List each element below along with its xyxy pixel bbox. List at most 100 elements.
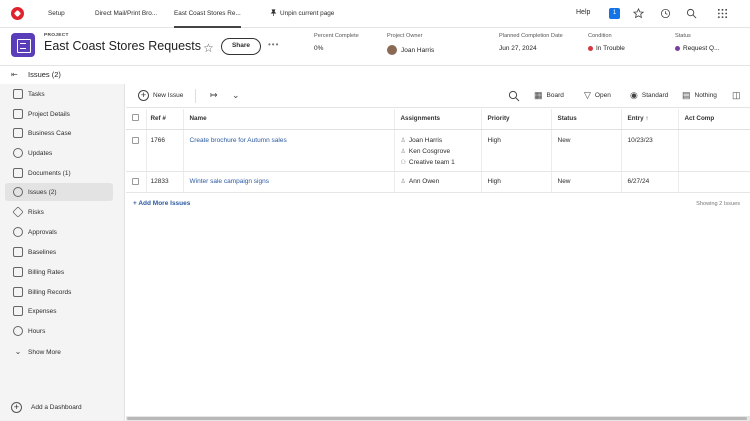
priority-cell: High: [481, 129, 552, 172]
plus-icon: +: [11, 402, 22, 413]
column-header-priority[interactable]: Priority: [481, 109, 552, 130]
column-panel-button[interactable]: ◫: [732, 90, 745, 101]
unpin-button[interactable]: Unpin current page: [270, 0, 334, 28]
assignments-cell[interactable]: ♙ Joan Harris ♙ Ken Cosgrove ⚇ Creative tea…: [394, 129, 482, 172]
section-bar: ⇤ Issues (2): [0, 66, 750, 84]
sidebar-item-baselines[interactable]: Baselines: [5, 243, 113, 261]
sidebar-item-tasks[interactable]: Tasks: [5, 85, 113, 103]
meta-status[interactable]: Status Request Q...: [675, 33, 720, 52]
share-button[interactable]: Share: [221, 38, 261, 55]
sidebar-item-issues[interactable]: Issues (2): [5, 183, 113, 201]
row-select-cell[interactable]: [126, 171, 147, 193]
documents-icon: [13, 168, 23, 178]
column-header-entry[interactable]: Entry ↑: [621, 109, 679, 130]
scrollbar-thumb[interactable]: [127, 417, 747, 420]
sidebar-item-expenses[interactable]: Expenses: [5, 302, 113, 320]
column-header-name[interactable]: Name: [183, 109, 395, 130]
tab-setup[interactable]: Setup: [48, 0, 65, 28]
assignments-cell[interactable]: ♙ Ann Owen: [394, 171, 482, 193]
meta-value: Jun 27, 2024: [499, 45, 537, 52]
meta-condition[interactable]: Condition In Trouble: [588, 33, 625, 52]
grouping-button[interactable]: ▤ Nothing: [682, 90, 717, 101]
add-more-issues-link[interactable]: + Add More Issues: [133, 200, 190, 207]
project-title: East Coast Stores Requests: [44, 39, 202, 53]
sidebar-item-billing-rates[interactable]: Billing Rates: [5, 263, 113, 281]
favorite-star-icon[interactable]: ☆: [203, 41, 214, 55]
app-logo-icon[interactable]: [11, 7, 24, 20]
object-type-label: PROJECT: [44, 33, 69, 38]
assignee: Creative team 1: [408, 158, 455, 166]
sidebar-item-documents[interactable]: Documents (1): [5, 164, 113, 182]
select-all-checkbox[interactable]: [132, 114, 139, 122]
meta-value: Joan Harris: [401, 46, 435, 54]
sidebar-item-updates[interactable]: Updates: [5, 144, 113, 162]
chevron-down-icon: ⌄: [232, 90, 240, 100]
more-options-button[interactable]: •••: [268, 40, 279, 49]
table-row[interactable]: 1766 Create brochure for Autumn sales ♙ J…: [126, 129, 750, 172]
assignee: Joan Harris: [408, 136, 443, 144]
filter-button[interactable]: ▽ Open: [584, 90, 611, 101]
issue-link[interactable]: Create brochure for Autumn sales: [190, 137, 287, 144]
row-checkbox[interactable]: [132, 136, 139, 144]
sidebar-item-label: Billing Rates: [28, 268, 65, 276]
horizontal-scrollbar[interactable]: [126, 416, 750, 421]
board-view-button[interactable]: ▦ Board: [534, 90, 564, 101]
status-cell: New: [551, 171, 622, 193]
details-icon: [13, 109, 23, 119]
top-navigation-bar: Setup Direct Mail/Print Bro... East Coas…: [0, 0, 750, 28]
issues-icon: [13, 187, 23, 197]
tab-east-coast-stores[interactable]: East Coast Stores Re...: [174, 0, 241, 28]
move-to-button[interactable]: ↦: [210, 90, 222, 101]
star-icon[interactable]: [633, 8, 644, 19]
issues-table: Ref # Name Assignments Priority Status E…: [126, 109, 750, 193]
column-header-status[interactable]: Status: [551, 109, 622, 130]
table-search-button[interactable]: [508, 90, 520, 102]
sidebar-item-label: Approvals: [28, 228, 57, 236]
column-header-ref[interactable]: Ref #: [146, 109, 184, 130]
app-grid-icon[interactable]: [717, 8, 728, 19]
owner-avatar: [387, 45, 397, 55]
sidebar-item-project-details[interactable]: Project Details: [5, 105, 113, 123]
column-header-assignments[interactable]: Assignments: [394, 109, 482, 130]
user-icon: ♙: [400, 148, 406, 155]
table-row[interactable]: 12833 Winter sale campaign signs ♙ Ann Ow…: [126, 171, 750, 193]
filter-icon: ▽: [584, 90, 591, 100]
recent-history-icon[interactable]: [660, 8, 671, 19]
sidebar-item-label: Baselines: [28, 248, 57, 256]
tab-direct-mail[interactable]: Direct Mail/Print Bro...: [95, 0, 157, 28]
priority-cell: High: [481, 171, 552, 193]
select-all-cell[interactable]: [126, 109, 147, 130]
sidebar-item-approvals[interactable]: Approvals: [5, 223, 113, 241]
add-dashboard-button[interactable]: + Add a Dashboard: [11, 402, 82, 413]
sidebar-item-risks[interactable]: Risks: [5, 203, 113, 221]
more-actions-dropdown[interactable]: ⌄: [232, 90, 244, 101]
collapse-sidebar-icon[interactable]: ⇤: [11, 70, 18, 79]
project-header: PROJECT East Coast Stores Requests ☆ Sha…: [0, 28, 750, 66]
baselines-icon: [13, 247, 23, 257]
sidebar-item-business-case[interactable]: Business Case: [5, 124, 113, 142]
help-link[interactable]: Help: [576, 9, 590, 16]
row-checkbox[interactable]: [132, 177, 139, 185]
issue-link[interactable]: Winter sale campaign signs: [190, 178, 269, 185]
new-issue-button[interactable]: + New Issue: [138, 90, 183, 101]
eye-icon: ◉: [630, 90, 638, 100]
billing-records-icon: [13, 287, 23, 297]
assignee: Ann Owen: [408, 177, 440, 185]
add-dashboard-label: Add a Dashboard: [31, 404, 82, 411]
view-label: Standard: [641, 92, 669, 99]
sidebar-item-label: Show More: [28, 348, 61, 356]
new-issue-label: New Issue: [153, 92, 184, 99]
sidebar-item-label: Updates: [28, 149, 53, 157]
meta-key: Planned Completion Date: [499, 33, 563, 39]
sidebar-item-hours[interactable]: Hours: [5, 322, 113, 340]
sidebar-item-label: Project Details: [28, 110, 70, 118]
meta-project-owner[interactable]: Project Owner Joan Harris: [387, 33, 434, 55]
view-button[interactable]: ◉ Standard: [630, 90, 668, 101]
sidebar-item-billing-records[interactable]: Billing Records: [5, 283, 113, 301]
row-select-cell[interactable]: [126, 129, 147, 172]
sidebar-item-label: Documents (1): [28, 169, 71, 177]
column-header-act-comp[interactable]: Act Comp: [678, 109, 750, 130]
notification-badge[interactable]: 1: [609, 8, 620, 19]
search-icon[interactable]: [686, 8, 697, 19]
sidebar-show-more[interactable]: ⌄ Show More: [5, 343, 113, 361]
